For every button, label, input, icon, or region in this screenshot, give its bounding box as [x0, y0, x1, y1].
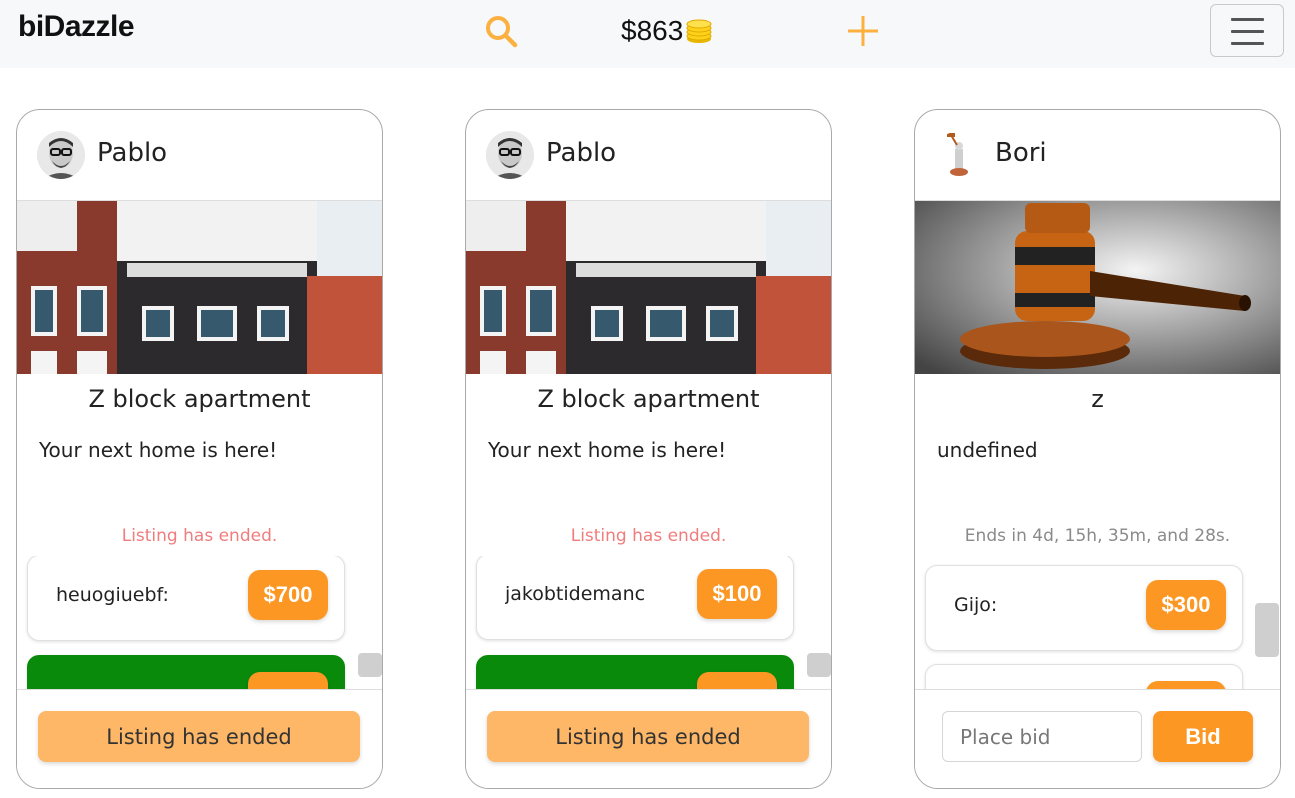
listing-title: Z block apartment	[88, 385, 311, 413]
listing-title: z	[1091, 385, 1104, 413]
listing-countdown: Ends in 4d, 15h, 35m, and 28s.	[964, 526, 1231, 546]
bid-button[interactable]: Bid	[1153, 711, 1253, 762]
card-footer: Bid	[915, 689, 1280, 788]
bid-item: Gijo: $300	[925, 565, 1243, 651]
bid-item-winning	[27, 655, 345, 689]
listing-card[interactable]: Bori z undefined Ends in 4d, 15h, 35m, a…	[914, 109, 1281, 789]
listing-image[interactable]	[466, 201, 831, 374]
bid-item	[925, 664, 1243, 689]
hamburger-menu-icon-bar	[1231, 42, 1264, 45]
bid-amount	[248, 672, 328, 689]
bidder-name: heuogiuebf:	[56, 584, 169, 606]
listing-card[interactable]: Pablo Z block apartment Your next home i…	[16, 109, 383, 789]
scrollbar-thumb[interactable]	[807, 653, 831, 677]
bid-item: jakobtidemanc $100	[476, 556, 794, 640]
bid-amount: $300	[1146, 580, 1226, 630]
scrollbar-thumb[interactable]	[1255, 603, 1279, 657]
bid-input[interactable]	[942, 711, 1142, 762]
bid-amount: $100	[697, 569, 777, 619]
listing-card[interactable]: Pablo Z block apartment Your next home i…	[465, 109, 832, 789]
bidder-name: Gijo:	[954, 594, 998, 616]
top-navbar: biDazzle $863	[0, 0, 1295, 68]
hamburger-menu-icon	[1231, 18, 1264, 21]
card-header: Pablo	[17, 110, 382, 201]
avatar[interactable]	[935, 131, 983, 179]
bid-item-winning	[476, 655, 794, 689]
listing-status: Listing has ended.	[121, 526, 278, 546]
balance-display[interactable]: $863	[621, 14, 713, 48]
seller-name[interactable]: Pablo	[97, 138, 167, 168]
listing-description: Your next home is here!	[39, 438, 278, 462]
listing-ended-button[interactable]: Listing has ended	[38, 711, 360, 762]
search-icon[interactable]	[484, 14, 518, 48]
listing-image[interactable]	[915, 201, 1280, 374]
bid-list[interactable]: heuogiuebf: $700	[17, 556, 382, 689]
bid-amount: $700	[248, 570, 328, 620]
bidder-name: jakobtidemanc	[505, 583, 646, 605]
card-footer: Listing has ended	[17, 689, 382, 788]
avatar[interactable]	[486, 131, 534, 179]
avatar[interactable]	[37, 131, 85, 179]
seller-name[interactable]: Pablo	[546, 138, 616, 168]
listing-ended-button[interactable]: Listing has ended	[487, 711, 809, 762]
bid-item: heuogiuebf: $700	[27, 556, 345, 641]
plus-icon[interactable]	[846, 14, 880, 48]
bid-list[interactable]: Gijo: $300	[915, 556, 1280, 689]
card-header: Pablo	[466, 110, 831, 201]
hamburger-menu-button[interactable]	[1210, 4, 1284, 57]
listing-image[interactable]	[17, 201, 382, 374]
listing-status: Listing has ended.	[570, 526, 727, 546]
listing-description: undefined	[937, 438, 1038, 462]
logo[interactable]: biDazzle	[18, 10, 135, 44]
listing-title: Z block apartment	[537, 385, 760, 413]
listing-description: Your next home is here!	[488, 438, 727, 462]
balance-amount: $863	[621, 15, 684, 46]
seller-name[interactable]: Bori	[995, 138, 1047, 168]
card-footer: Listing has ended	[466, 689, 831, 788]
card-header: Bori	[915, 110, 1280, 201]
hamburger-menu-icon-bar	[1231, 30, 1264, 33]
scrollbar-thumb[interactable]	[358, 653, 382, 677]
bid-amount	[1146, 681, 1226, 689]
bid-list[interactable]: jakobtidemanc $100	[466, 556, 831, 689]
coins-icon	[686, 19, 712, 43]
bid-amount	[697, 672, 777, 689]
